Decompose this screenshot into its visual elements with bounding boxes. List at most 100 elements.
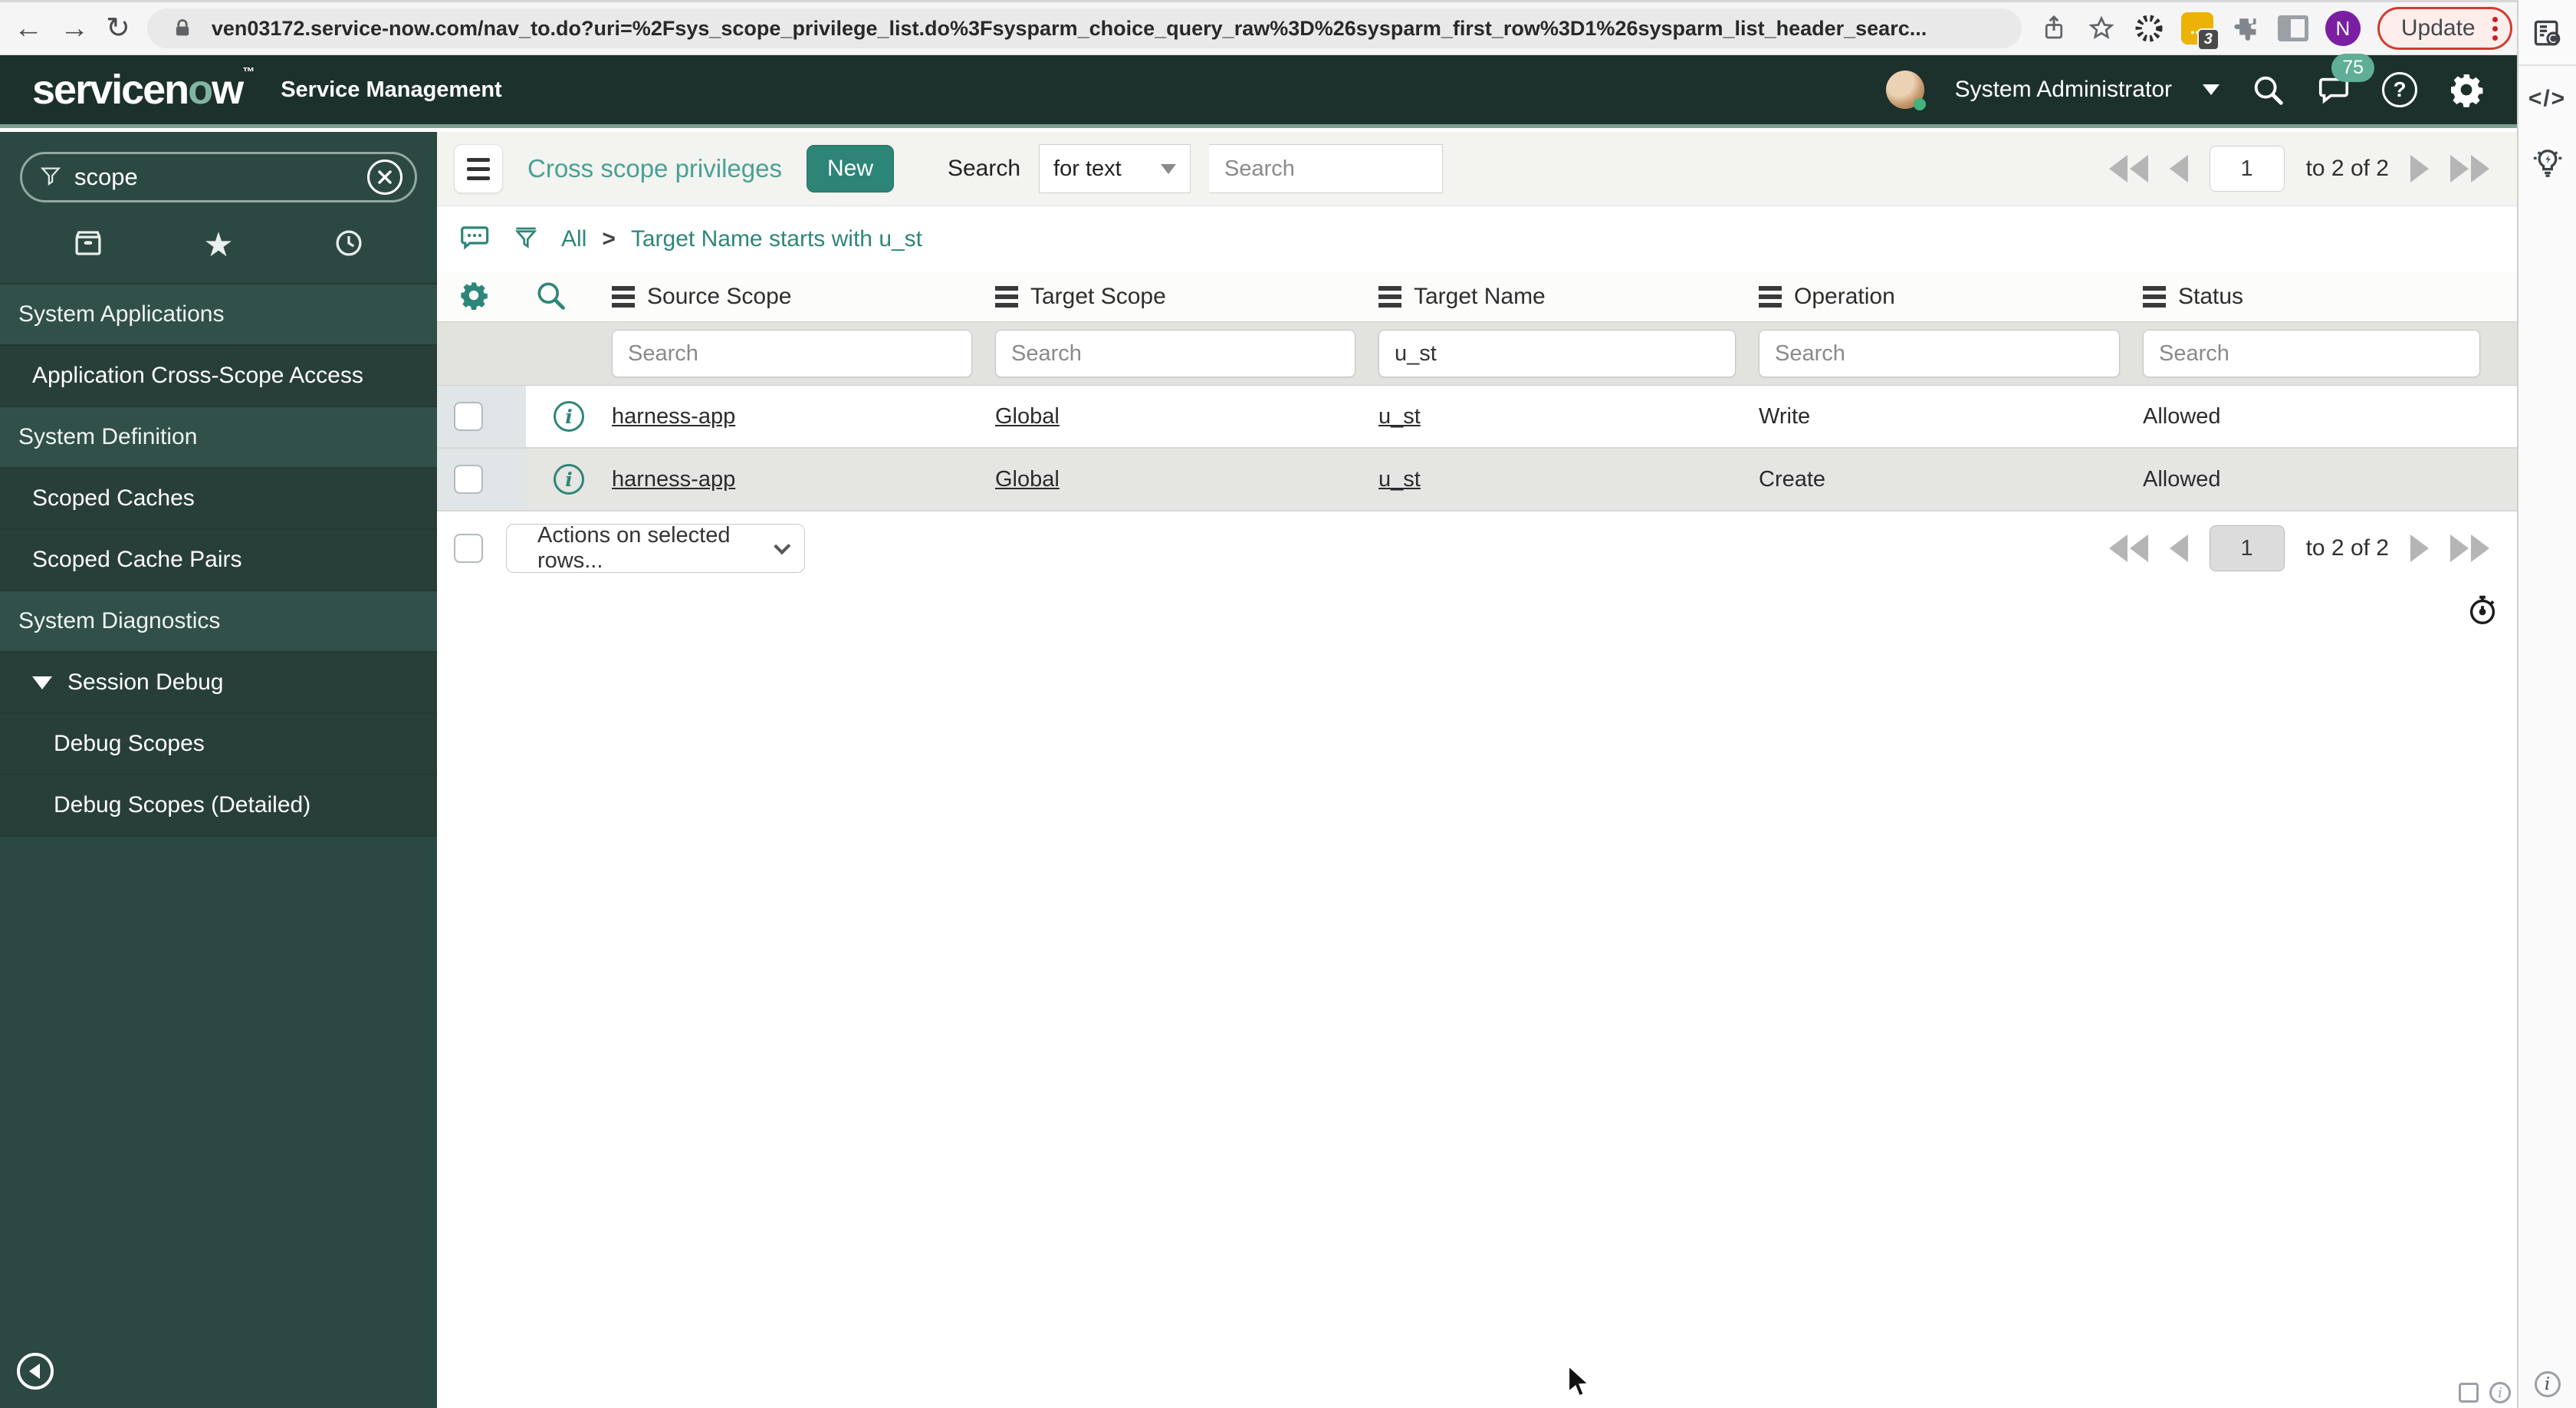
frame-resize-icon[interactable]	[2459, 1383, 2479, 1403]
insight-bulb-icon[interactable]	[2530, 146, 2565, 185]
sidebar-item-system-applications[interactable]: System Applications	[0, 285, 437, 346]
column-header-source-scope[interactable]: Source Scope	[612, 284, 995, 310]
page-title[interactable]: Cross scope privileges	[527, 154, 782, 183]
conversations-icon[interactable]: 75	[2316, 54, 2374, 107]
sidebar-item-scoped-caches[interactable]: Scoped Caches	[0, 469, 437, 530]
response-time-icon[interactable]	[2465, 592, 2500, 631]
previous-page-icon[interactable]	[2169, 535, 2188, 562]
actions-on-selected-rows-select[interactable]: Actions on selected rows...	[506, 523, 805, 573]
breadcrumb-all[interactable]: All	[561, 226, 586, 252]
sidebar-item-session-debug[interactable]: Session Debug	[0, 653, 437, 714]
user-avatar[interactable]	[1885, 71, 1926, 110]
cell-target-name[interactable]: u_st	[1378, 404, 1421, 429]
extensions-puzzle-icon[interactable]	[2230, 13, 2261, 44]
row-checkbox[interactable]	[454, 465, 483, 494]
clear-search-icon[interactable]	[367, 160, 402, 195]
breadcrumb-filter-icon[interactable]	[512, 222, 540, 257]
column-header-target-scope[interactable]: Target Scope	[995, 284, 1378, 310]
search-label: Search	[947, 156, 1021, 181]
cell-target-scope[interactable]: Global	[995, 467, 1060, 492]
share-icon[interactable]	[2039, 13, 2069, 44]
navigator-search[interactable]	[20, 152, 417, 202]
sidebar-item-scoped-cache-pairs[interactable]: Scoped Cache Pairs	[0, 530, 437, 591]
last-page-icon[interactable]	[2450, 155, 2489, 183]
column-header-target-name[interactable]: Target Name	[1378, 284, 1759, 310]
browser-toolbar: ← → ↻ ven03172.service-now.com/nav_to.do…	[0, 0, 2517, 55]
code-panel-icon[interactable]: </>	[2528, 86, 2566, 112]
filter-icon	[39, 163, 62, 192]
tab-favorites[interactable]: ★	[203, 228, 233, 262]
navigator-tabs: ★	[0, 210, 437, 285]
extension-badge: 3	[2196, 28, 2220, 51]
page-info-icon[interactable]: i	[2489, 1382, 2511, 1403]
side-panel-icon[interactable]	[2277, 15, 2308, 41]
sidebar-item-debug-scopes[interactable]: Debug Scopes	[0, 714, 437, 775]
record-info-icon[interactable]: i	[554, 464, 584, 495]
sidebar-item-debug-scopes-detailed[interactable]: Debug Scopes (Detailed)	[0, 775, 437, 837]
cell-source-scope[interactable]: harness-app	[612, 404, 735, 429]
tab-history[interactable]	[333, 227, 365, 263]
list-search-input[interactable]	[1209, 144, 1444, 193]
page-number-input[interactable]	[2209, 146, 2285, 192]
column-menu-icon[interactable]	[995, 286, 1018, 308]
column-menu-icon[interactable]	[1378, 286, 1401, 308]
browser-profile-avatar[interactable]: N	[2325, 11, 2361, 46]
breadcrumb-filter-condition[interactable]: Target Name starts with u_st	[631, 226, 922, 252]
sidebar-item-application-cross-scope-access[interactable]: Application Cross-Scope Access	[0, 346, 437, 407]
list-context-menu-icon[interactable]	[454, 144, 503, 193]
browser-reload-icon[interactable]: ↻	[106, 14, 130, 43]
column-search-toggle-icon[interactable]	[534, 278, 567, 316]
next-page-icon[interactable]	[2410, 535, 2429, 562]
first-page-icon[interactable]	[2108, 535, 2148, 562]
browser-forward-icon[interactable]: →	[60, 14, 89, 43]
column-header-status[interactable]: Status	[2143, 284, 2503, 310]
address-bar[interactable]: ven03172.service-now.com/nav_to.do?uri=%…	[146, 8, 2022, 48]
row-checkbox[interactable]	[454, 402, 483, 431]
table-row[interactable]: i harness-app Global u_st Create Allowed	[437, 449, 2517, 512]
record-info-icon[interactable]: i	[554, 401, 584, 432]
column-menu-icon[interactable]	[2143, 286, 2166, 308]
chevron-expanded-icon[interactable]	[32, 676, 52, 689]
column-header-operation[interactable]: Operation	[1759, 284, 2143, 310]
list-footer: Actions on selected rows... to 2 of 2	[437, 512, 2517, 585]
next-page-icon[interactable]	[2410, 155, 2429, 183]
sidebar-item-system-diagnostics[interactable]: System Diagnostics	[0, 591, 437, 653]
list-comments-icon[interactable]	[458, 222, 491, 258]
navigator-search-input[interactable]	[74, 163, 355, 191]
cell-source-scope[interactable]: harness-app	[612, 467, 735, 492]
cell-target-scope[interactable]: Global	[995, 404, 1060, 429]
filter-source-scope-input[interactable]	[612, 330, 972, 377]
filter-status-input[interactable]	[2143, 330, 2480, 377]
global-search-icon[interactable]	[2250, 72, 2285, 107]
user-menu-caret-icon[interactable]	[2203, 84, 2220, 95]
help-icon[interactable]: ?	[2382, 72, 2417, 107]
browser-menu-icon[interactable]	[2492, 16, 2498, 41]
filter-target-scope-input[interactable]	[995, 330, 1355, 377]
collapse-navigator-button[interactable]	[17, 1353, 54, 1390]
reading-list-icon[interactable]	[2531, 17, 2564, 54]
user-name[interactable]: System Administrator	[1955, 77, 2172, 103]
select-all-checkbox[interactable]	[454, 534, 483, 563]
first-page-icon[interactable]	[2108, 155, 2148, 183]
page-number-input[interactable]	[2209, 525, 2285, 571]
tab-all-applications[interactable]	[72, 227, 104, 263]
rail-info-icon[interactable]: i	[2534, 1371, 2561, 1397]
browser-update-button[interactable]: Update	[2377, 7, 2512, 50]
column-menu-icon[interactable]	[612, 286, 635, 308]
extension-yellow-icon[interactable]: ... 3	[2180, 12, 2220, 51]
new-button[interactable]: New	[806, 145, 894, 192]
bookmark-star-icon[interactable]	[2086, 13, 2117, 44]
settings-gear-icon[interactable]	[2448, 71, 2485, 108]
extension-spinner-icon[interactable]	[2134, 13, 2164, 44]
column-menu-icon[interactable]	[1759, 286, 1782, 308]
sidebar-item-system-definition[interactable]: System Definition	[0, 407, 437, 469]
last-page-icon[interactable]	[2450, 535, 2489, 562]
table-row[interactable]: i harness-app Global u_st Write Allowed	[437, 386, 2517, 449]
filter-operation-input[interactable]	[1759, 330, 2120, 377]
previous-page-icon[interactable]	[2169, 155, 2188, 183]
search-type-select[interactable]: for text	[1039, 144, 1191, 193]
browser-back-icon[interactable]: ←	[14, 14, 43, 43]
list-personalize-gear-icon[interactable]	[458, 280, 489, 314]
cell-target-name[interactable]: u_st	[1378, 467, 1421, 492]
filter-target-name-input[interactable]	[1378, 330, 1736, 377]
